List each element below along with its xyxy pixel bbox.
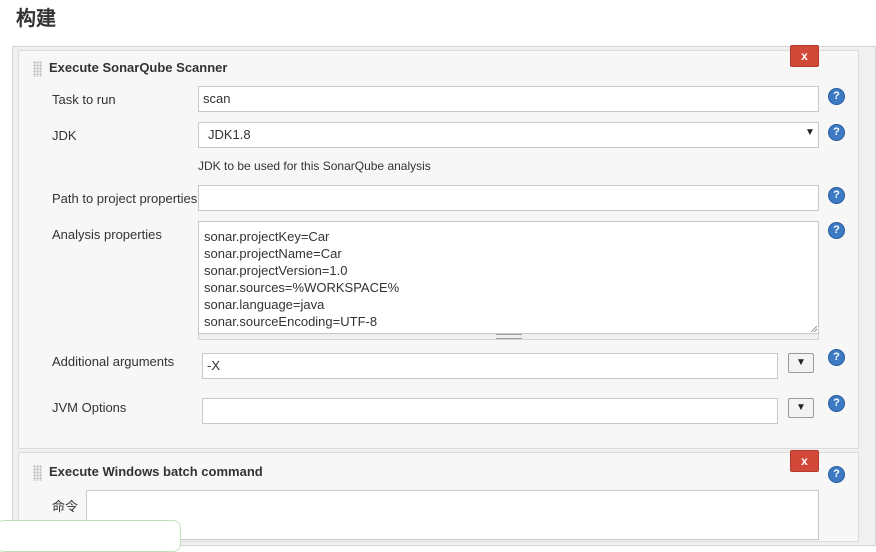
task-help-icon[interactable]: ? [828,88,845,105]
chevron-down-icon[interactable]: ▼ [805,127,815,138]
jdk-help-icon[interactable]: ? [828,124,845,141]
analysis-line: sonar.language=java [204,297,325,312]
drag-handle-icon[interactable] [33,465,42,481]
command-label: 命令 [52,499,79,514]
arguments-help-icon[interactable]: ? [828,349,845,366]
delete-batch-step-button[interactable]: x [790,450,819,472]
analysis-line: sonar.sourceEncoding=UTF-8 [204,314,378,329]
task-to-run-label: Task to run [52,92,116,107]
jvm-options-expand-button[interactable]: ▼ [788,398,814,418]
analysis-line: sonar.projectName=Car [204,246,342,261]
additional-arguments-expand-button[interactable]: ▼ [788,353,814,373]
additional-arguments-label: Additional arguments [52,354,175,369]
jdk-hint-text: JDK to be used for this SonarQube analys… [198,159,431,173]
textarea-expand-handle[interactable] [198,334,819,340]
analysis-line: sonar.projectKey=Car [204,229,330,244]
jdk-label: JDK [52,128,77,143]
delete-sonarqube-step-button[interactable]: x [790,45,819,67]
jvm-help-icon[interactable]: ? [828,395,845,412]
sonarqube-step-title: Execute SonarQube Scanner [49,60,228,75]
grip-lines-icon [495,334,522,339]
jdk-selected-value: JDK1.8 [208,127,251,142]
status-overlay [0,520,181,552]
task-to-run-input[interactable]: scan [198,86,819,112]
textarea-resize-icon[interactable] [811,326,817,332]
analysis-line: sonar.sources=%WORKSPACE% [204,280,400,295]
analysis-help-icon[interactable]: ? [828,222,845,239]
jvm-options-label: JVM Options [52,400,127,415]
jvm-options-input[interactable] [202,398,778,424]
analysis-properties-label: Analysis properties [52,227,162,242]
jdk-select[interactable]: JDK1.8 [198,122,819,148]
analysis-line: sonar.projectVersion=1.0 [204,263,348,278]
command-textarea[interactable] [86,490,819,540]
batch-step-title: Execute Windows batch command [49,464,263,479]
additional-arguments-input[interactable]: -X [202,353,778,379]
analysis-properties-textarea[interactable]: sonar.projectKey=Car sonar.projectName=C… [198,221,819,334]
drag-handle-icon[interactable] [33,61,42,77]
page-title: 构建 [16,6,56,30]
path-input[interactable] [198,185,819,211]
path-help-icon[interactable]: ? [828,187,845,204]
path-label: Path to project properties [52,191,198,206]
batch-help-icon[interactable]: ? [828,466,845,483]
